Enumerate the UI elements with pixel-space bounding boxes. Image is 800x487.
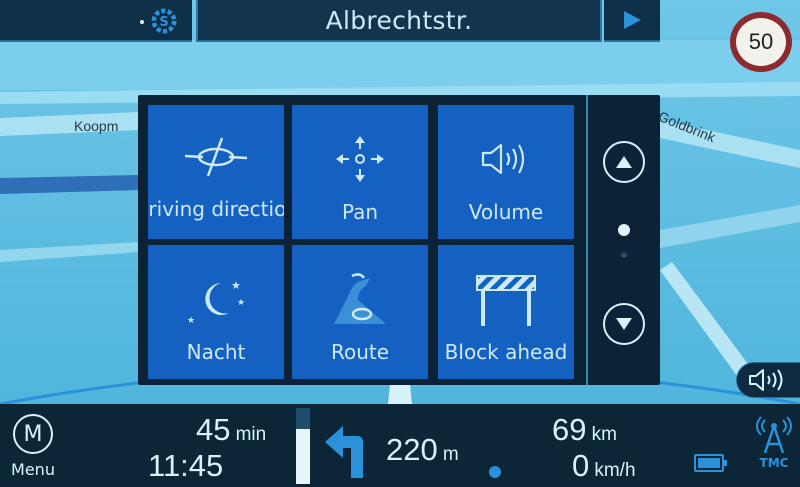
settings-gear-icon: S — [151, 8, 177, 34]
route-progress-bar — [296, 408, 310, 484]
route-progress-fill — [296, 429, 310, 484]
menu-button[interactable]: M Menu — [0, 404, 66, 487]
remaining-distance-unit: km — [591, 424, 617, 445]
scroll-down-button[interactable] — [603, 303, 645, 345]
navigation-arrow-icon — [624, 11, 641, 29]
bottom-status-bar: M Menu 45 min 11:45 220 m 69 km 0 km/h T… — [0, 404, 800, 487]
roadblock-icon — [476, 275, 536, 326]
route-road-icon — [334, 273, 386, 324]
tmc-status[interactable]: TMC — [748, 412, 800, 487]
pan-button[interactable]: Pan — [292, 105, 428, 239]
remaining-distance-value: 69 — [552, 412, 587, 447]
tmc-antenna-icon — [756, 416, 792, 454]
chevron-down-icon — [616, 318, 632, 330]
remaining-time: 45 min — [196, 412, 266, 448]
map-street-label: Koopm — [74, 118, 119, 134]
speaker-icon — [481, 143, 525, 175]
scroll-up-button[interactable] — [603, 141, 645, 183]
svg-text:★: ★ — [237, 298, 245, 308]
block-ahead-button[interactable]: Block ahead — [438, 245, 574, 379]
moon-stars-icon: ★ ★ ★ — [187, 279, 245, 326]
speaker-icon — [748, 369, 782, 391]
menu-icon: M — [13, 414, 53, 454]
arrival-time: 11:45 — [148, 448, 223, 484]
tmc-label: TMC — [759, 456, 789, 470]
night-mode-button[interactable]: ★ ★ ★ Nacht — [148, 245, 284, 379]
current-speed: 0 km/h — [572, 448, 636, 484]
menu-scroll-column — [586, 95, 660, 385]
menu-label: Menu — [11, 460, 55, 479]
page-indicator-inactive — [621, 252, 627, 258]
svg-text:S: S — [159, 15, 168, 30]
svg-text:★: ★ — [231, 279, 241, 292]
quick-menu-panel: Driving direction Pan V — [138, 95, 660, 385]
tile-label: Nacht — [186, 340, 246, 364]
battery-icon — [694, 454, 727, 472]
tile-label: Block ahead — [444, 340, 568, 364]
remaining-time-value: 45 — [196, 412, 231, 447]
speed-limit-value: 50 — [748, 29, 774, 54]
menu-icon-letter: M — [23, 421, 43, 447]
compass-icon — [184, 137, 248, 177]
chevron-up-icon — [616, 156, 632, 168]
next-turn-indicator — [318, 416, 378, 482]
tile-label: Volume — [468, 200, 544, 224]
settings-button[interactable]: S — [140, 4, 186, 38]
indicator-dot — [140, 20, 144, 24]
current-street-name: Albrechtstr. — [325, 5, 473, 35]
turn-distance-unit: m — [442, 444, 459, 465]
battery-level — [698, 458, 720, 468]
svg-text:★: ★ — [187, 316, 195, 326]
page-indicator-active — [618, 224, 630, 236]
remaining-distance: 69 km — [552, 412, 617, 448]
current-speed-unit: km/h — [594, 460, 636, 481]
position-indicator-dot — [489, 466, 501, 478]
volume-button[interactable]: Volume — [438, 105, 574, 239]
turn-distance-value: 220 — [386, 432, 438, 467]
destination-button[interactable] — [604, 0, 660, 42]
current-street-box: Albrechtstr. — [196, 0, 602, 42]
speed-limit-sign: 50 — [730, 12, 792, 72]
top-bar: S Albrechtstr. — [0, 0, 660, 44]
driving-direction-button[interactable]: Driving direction — [148, 105, 284, 239]
current-speed-value: 0 — [572, 448, 590, 483]
turn-distance: 220 m — [386, 432, 459, 468]
arrival-time-value: 11:45 — [148, 448, 224, 483]
tile-label: Driving direction — [148, 196, 284, 221]
turn-left-arrow-icon — [325, 426, 363, 478]
pan-arrows-icon — [336, 136, 384, 182]
tile-label: Route — [330, 340, 390, 364]
route-button[interactable]: Route — [292, 245, 428, 379]
remaining-time-unit: min — [235, 424, 267, 445]
side-volume-button[interactable] — [736, 362, 800, 398]
tile-label: Pan — [341, 200, 379, 224]
